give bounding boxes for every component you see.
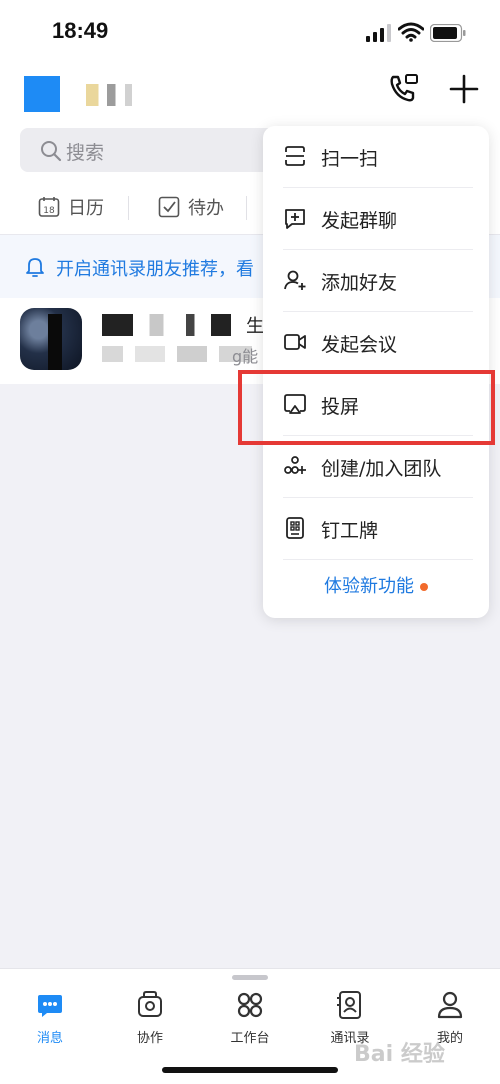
try-new-features-link[interactable]: 体验新功能 [263,572,489,598]
calendar-day: 18 [43,206,55,216]
profile-icon [437,991,463,1019]
try-new-label: 体验新功能 [324,576,414,597]
video-meeting-icon [284,334,306,350]
team-icon [284,456,306,474]
avatar [20,308,82,370]
collab-icon [138,991,162,1017]
todo-shortcut[interactable]: 待办 [158,194,224,220]
workbench-icon [237,992,263,1018]
chat-name-pixelated [102,314,242,336]
group-chat-icon [285,209,305,229]
menu-item-label: 添加好友 [321,272,398,294]
bell-icon [26,258,44,277]
message-icon [38,995,62,1017]
menu-item-label: 发起会议 [321,334,398,356]
tab-messages[interactable]: 消息 [10,989,90,1046]
cellular-signal-icon [366,24,391,42]
wifi-icon [398,22,424,42]
phone-call-icon[interactable] [386,72,420,106]
battery-icon [430,24,466,42]
scan-icon [285,146,305,166]
contacts-icon [337,991,361,1019]
menu-item-add-friend[interactable]: 添加好友 [263,250,489,312]
menu-item-group-chat[interactable]: 发起群聊 [263,188,489,250]
calendar-icon: 18 [38,197,60,217]
org-name-pixelated [86,84,156,106]
chat-preview-pixelated [102,346,252,362]
menu-item-team[interactable]: 创建/加入团队 [263,436,489,498]
menu-item-label: 钉工牌 [321,520,379,542]
todo-label: 待办 [188,198,224,219]
tab-workbench[interactable]: 工作台 [210,989,290,1046]
menu-item-label: 创建/加入团队 [321,458,442,480]
menu-item-scan[interactable]: 扫一扫 [263,126,489,188]
home-indicator[interactable] [162,1067,338,1073]
calendar-shortcut[interactable]: 18 日历 [38,194,104,220]
menu-item-start-meeting[interactable]: 发起会议 [263,312,489,374]
org-logo[interactable] [24,76,60,112]
search-placeholder: 搜索 [66,142,105,164]
chat-name-suffix: 生 [246,316,264,337]
new-dot-badge [420,583,428,591]
chat-preview-suffix: g能 [232,347,259,366]
sheet-handle[interactable] [232,975,268,980]
divider [246,196,247,220]
status-time: 18:49 [52,18,109,43]
tab-label: 协作 [136,1031,163,1046]
badge-icon [286,517,304,539]
todo-check-icon [158,196,180,218]
highlight-annotation [238,370,495,445]
add-friend-icon [284,270,306,290]
menu-item-badge[interactable]: 钉工牌 [263,498,489,560]
divider [283,559,473,560]
tab-collaboration[interactable]: 协作 [110,989,190,1046]
calendar-label: 日历 [68,198,104,219]
menu-item-label: 扫一扫 [321,148,379,170]
avatar-figure [48,314,62,370]
tab-label: 消息 [36,1031,63,1046]
divider [128,196,129,220]
header [0,64,500,126]
banner-text: 开启通讯录朋友推荐，看 [56,259,254,280]
watermark: Bai 经验 [354,1042,445,1067]
menu-item-label: 发起群聊 [321,210,398,232]
status-bar: 18:49 [0,0,500,64]
search-input[interactable]: 搜索 [20,128,290,172]
tab-label: 工作台 [230,1031,270,1046]
plus-icon[interactable] [447,72,481,106]
search-icon [41,141,62,162]
